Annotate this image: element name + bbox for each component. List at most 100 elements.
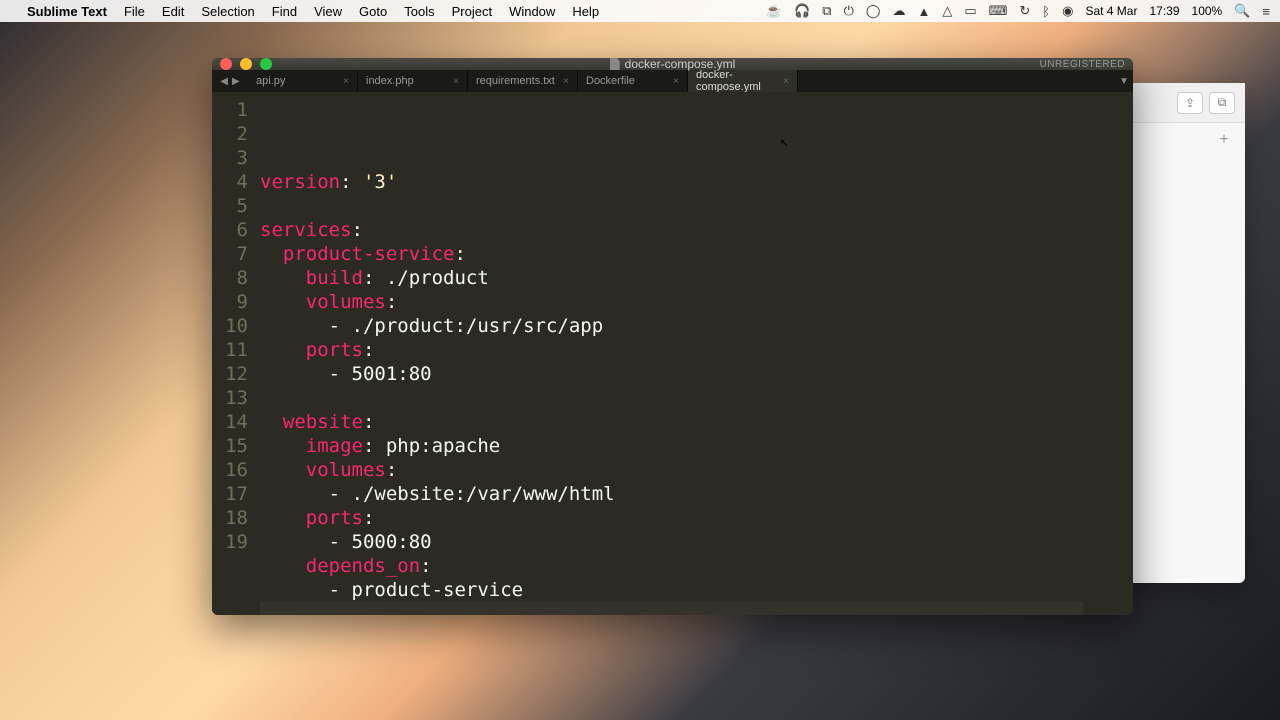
tab-history-nav: ◀ ▶ <box>212 70 248 92</box>
sublime-window: docker-compose.yml UNREGISTERED ◀ ▶ api.… <box>212 58 1133 615</box>
tab-overflow-icon[interactable]: ▼ <box>1115 70 1133 92</box>
code-line[interactable]: services: <box>260 218 1083 242</box>
tab-label: requirements.txt <box>476 75 555 87</box>
spotlight-icon[interactable]: 🔍 <box>1234 3 1250 19</box>
tab-back-icon[interactable]: ◀ <box>220 76 228 87</box>
sync-icon[interactable]: ◯ <box>866 3 881 19</box>
dropbox-icon[interactable]: ⧉ <box>822 3 831 19</box>
tab-label: Dockerfile <box>586 75 635 87</box>
menu-tools[interactable]: Tools <box>404 4 434 19</box>
tab-requirements-txt[interactable]: requirements.txt × <box>468 70 578 92</box>
line-number: 3 <box>212 146 248 170</box>
menu-window[interactable]: Window <box>509 4 555 19</box>
menu-goto[interactable]: Goto <box>359 4 387 19</box>
line-number: 19 <box>212 530 248 554</box>
code-line[interactable] <box>260 602 1083 615</box>
line-number: 12 <box>212 362 248 386</box>
headphones-icon[interactable]: 🎧 <box>794 3 810 19</box>
cloud-icon[interactable]: ☁ <box>892 3 905 19</box>
wifi-icon[interactable]: ◉ <box>1062 3 1073 19</box>
menubar-right: ☕ 🎧 ⧉ ⏻ ◯ ☁ ▲ △ ▭ ⌨ ↻ ᛒ ◉ Sat 4 Mar 17:3… <box>766 3 1270 19</box>
code-line[interactable]: depends_on: <box>260 554 1083 578</box>
line-number: 6 <box>212 218 248 242</box>
line-number: 16 <box>212 458 248 482</box>
line-number: 11 <box>212 338 248 362</box>
input-icon[interactable]: ⌨ <box>989 3 1008 19</box>
menu-file[interactable]: File <box>124 4 145 19</box>
minimize-button[interactable] <box>240 58 252 70</box>
tab-close-icon[interactable]: × <box>673 76 679 87</box>
line-number: 1 <box>212 98 248 122</box>
code-line[interactable]: build: ./product <box>260 266 1083 290</box>
menu-view[interactable]: View <box>314 4 342 19</box>
line-number-gutter: 12345678910111213141516171819 <box>212 92 260 615</box>
code-line[interactable]: - 5000:80 <box>260 530 1083 554</box>
code-line[interactable]: - product-service <box>260 578 1083 602</box>
code-line[interactable]: website: <box>260 410 1083 434</box>
timemachine-icon[interactable]: ↻ <box>1019 3 1030 19</box>
tab-bar: ◀ ▶ api.py×index.php×requirements.txt×Do… <box>212 70 1133 92</box>
drive-icon[interactable]: △ <box>942 3 952 19</box>
menubar-left: Sublime Text File Edit Selection Find Vi… <box>10 4 599 19</box>
code-line[interactable] <box>260 386 1083 410</box>
flame-icon[interactable]: ▲ <box>917 4 930 19</box>
minimap[interactable] <box>1083 92 1133 615</box>
menubar-app-name[interactable]: Sublime Text <box>27 4 107 19</box>
titlebar[interactable]: docker-compose.yml UNREGISTERED <box>212 58 1133 70</box>
tab-label: index.php <box>366 75 414 87</box>
code-line[interactable]: product-service: <box>260 242 1083 266</box>
menu-project[interactable]: Project <box>452 4 492 19</box>
new-tab-button[interactable]: + <box>1213 129 1235 151</box>
tab-close-icon[interactable]: × <box>783 76 789 87</box>
maximize-button[interactable] <box>260 58 272 70</box>
code-line[interactable]: ports: <box>260 506 1083 530</box>
tab-index-php[interactable]: index.php × <box>358 70 468 92</box>
line-number: 7 <box>212 242 248 266</box>
menu-help[interactable]: Help <box>572 4 599 19</box>
menubar-date[interactable]: Sat 4 Mar <box>1085 4 1137 18</box>
line-number: 13 <box>212 386 248 410</box>
tab-close-icon[interactable]: × <box>343 76 349 87</box>
menubar-battery[interactable]: 100% <box>1192 4 1223 18</box>
power-icon[interactable]: ⏻ <box>844 3 854 19</box>
tab-forward-icon[interactable]: ▶ <box>232 76 240 87</box>
display-icon[interactable]: ▭ <box>964 3 976 19</box>
editor-area: 12345678910111213141516171819 ↖ version:… <box>212 92 1133 615</box>
share-button[interactable]: ⇪ <box>1177 92 1203 114</box>
code-line[interactable] <box>260 194 1083 218</box>
tab-Dockerfile[interactable]: Dockerfile × <box>578 70 688 92</box>
coffee-icon[interactable]: ☕ <box>766 3 782 19</box>
bluetooth-icon[interactable]: ᛒ <box>1042 4 1050 19</box>
menubar-time[interactable]: 17:39 <box>1149 4 1179 18</box>
menu-edit[interactable]: Edit <box>162 4 184 19</box>
code-line[interactable]: ports: <box>260 338 1083 362</box>
code-line[interactable]: - ./website:/var/www/html <box>260 482 1083 506</box>
mouse-cursor-icon: ↖ <box>780 130 788 154</box>
tab-close-icon[interactable]: × <box>563 76 569 87</box>
tab-close-icon[interactable]: × <box>453 76 459 87</box>
tab-docker-compose-yml[interactable]: docker-compose.yml× <box>688 70 798 92</box>
tab-label: api.py <box>256 75 285 87</box>
close-button[interactable] <box>220 58 232 70</box>
code-line[interactable]: volumes: <box>260 290 1083 314</box>
tabs-button[interactable]: ⧉ <box>1209 92 1235 114</box>
line-number: 14 <box>212 410 248 434</box>
notification-center-icon[interactable]: ≡ <box>1262 4 1270 19</box>
line-number: 15 <box>212 434 248 458</box>
code-line[interactable]: image: php:apache <box>260 434 1083 458</box>
line-number: 5 <box>212 194 248 218</box>
code-editor[interactable]: ↖ version: '3' services: product-service… <box>260 92 1083 615</box>
line-number: 9 <box>212 290 248 314</box>
line-number: 8 <box>212 266 248 290</box>
code-line[interactable]: - ./product:/usr/src/app <box>260 314 1083 338</box>
menu-selection[interactable]: Selection <box>201 4 254 19</box>
tab-label: docker-compose.yml <box>696 69 783 93</box>
code-line[interactable]: - 5001:80 <box>260 362 1083 386</box>
line-number: 4 <box>212 170 248 194</box>
code-line[interactable]: volumes: <box>260 458 1083 482</box>
registration-status: UNREGISTERED <box>1040 59 1125 70</box>
tab-api-py[interactable]: api.py × <box>248 70 358 92</box>
menu-find[interactable]: Find <box>272 4 297 19</box>
macos-menubar: Sublime Text File Edit Selection Find Vi… <box>0 0 1280 22</box>
code-line[interactable]: version: '3' <box>260 170 1083 194</box>
